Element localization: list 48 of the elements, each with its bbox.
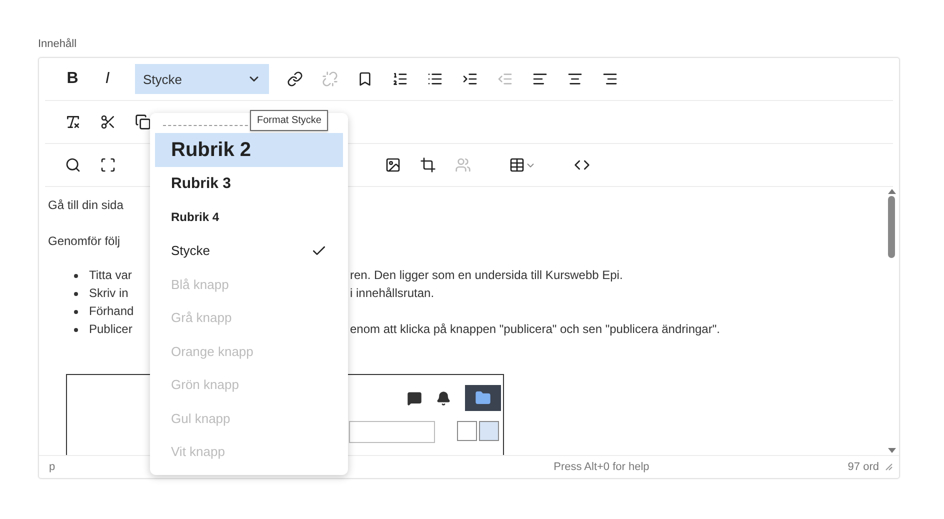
- chat-icon: [407, 390, 422, 406]
- menu-item[interactable]: Rubrik 2: [155, 133, 343, 167]
- outdent-icon: [496, 71, 512, 87]
- link-icon: [286, 71, 302, 87]
- tooltip: Format Stycke: [250, 110, 328, 131]
- list-item-text: Titta var: [89, 267, 132, 284]
- bullet-icon: [74, 292, 78, 296]
- image-icon: [384, 157, 400, 173]
- folder-icon: [475, 390, 491, 406]
- italic-button[interactable]: I: [90, 64, 125, 94]
- list-item-text: Förhand: [89, 303, 134, 320]
- align-left-icon: [532, 71, 548, 87]
- list-item-text: Publicer: [89, 321, 132, 338]
- unlink-icon: [322, 71, 338, 87]
- bullet-list-icon: [426, 71, 442, 87]
- list-item-text: i innehållsrutan.: [350, 285, 434, 302]
- table-icon: [508, 157, 524, 173]
- align-right-icon: [602, 71, 618, 87]
- bold-button[interactable]: B: [55, 64, 90, 94]
- indent-icon: [462, 71, 478, 87]
- list-item-text: ren. Den ligger som en undersida till Kurswebb Epi.: [350, 267, 623, 284]
- align-center-icon: [566, 71, 582, 87]
- format-select[interactable]: Stycke: [135, 64, 269, 94]
- scissors-icon: [100, 114, 116, 130]
- bullet-icon: [74, 274, 78, 278]
- crop-icon: [420, 157, 436, 173]
- paragraph-text: Gå till din sida: [48, 197, 124, 214]
- bell-icon: [436, 390, 451, 406]
- numbered-list-icon: [392, 71, 408, 87]
- menu-item[interactable]: Rubrik 4: [155, 200, 343, 234]
- search-icon: [64, 157, 80, 173]
- field-label: Innehåll: [38, 38, 78, 50]
- bullet-icon: [74, 310, 78, 314]
- copy-icon: [134, 114, 150, 130]
- clear-format-icon: [64, 114, 80, 130]
- resize-handle-icon[interactable]: [885, 463, 893, 471]
- fullscreen-icon: [100, 157, 116, 173]
- bullet-icon: [74, 328, 78, 332]
- list-item-text: Skriv in: [89, 285, 128, 302]
- help-hint: Press Alt+0 for help: [554, 461, 650, 473]
- people-icon: [454, 157, 470, 173]
- menu-item[interactable]: Stycke: [155, 234, 343, 268]
- list-item-text: enom att klicka på knappen "publicera" och sen "publicera ändringar".: [350, 321, 720, 338]
- bookmark-icon: [356, 71, 372, 87]
- paragraph-text: Genomför följ: [48, 233, 120, 250]
- word-count: 97 ord: [848, 461, 879, 473]
- element-path: p: [49, 461, 56, 473]
- menu-item[interactable]: Rubrik 3: [155, 167, 343, 200]
